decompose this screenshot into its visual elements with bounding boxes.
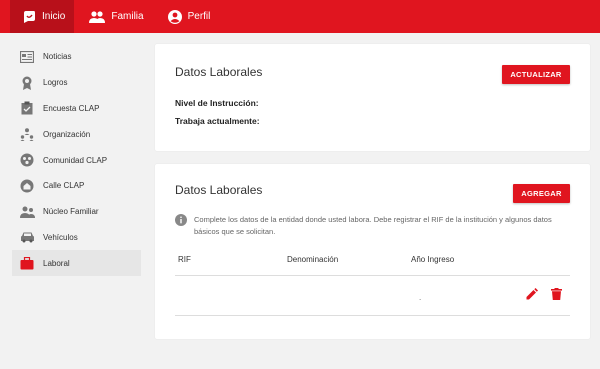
- sidebar-item-encuesta[interactable]: Encuesta CLAP: [12, 96, 141, 122]
- datos-laborales-summary-card: Datos Laborales ACTUALIZAR Nivel de Inst…: [155, 44, 590, 151]
- sidebar-item-label: Encuesta CLAP: [43, 103, 100, 113]
- clipboard-icon: [19, 100, 35, 116]
- nav-inicio-label: Inicio: [42, 11, 66, 22]
- datos-laborales-table-card: Datos Laborales AGREGAR Complete los dat…: [155, 164, 590, 339]
- top-navbar: Inicio Familia Perfil: [0, 0, 600, 33]
- people-icon: [89, 10, 106, 23]
- nav-perfil-label: Perfil: [187, 11, 211, 22]
- sidebar-item-label: Calle CLAP: [43, 181, 85, 191]
- card-title: Datos Laborales: [175, 65, 263, 79]
- delete-icon[interactable]: [548, 286, 564, 302]
- column-header-denominacion: Denominación: [287, 255, 339, 264]
- map-icon: [19, 178, 35, 194]
- sidebar-item-label: Núcleo Familiar: [43, 207, 99, 217]
- account-circle-icon: [167, 9, 182, 24]
- info-message: Complete los datos de la entidad donde u…: [175, 214, 575, 238]
- sidebar-item-logros[interactable]: Logros: [12, 70, 141, 96]
- sidebar-item-calle[interactable]: Calle CLAP: [12, 173, 141, 199]
- sidebar-item-label: Organización: [43, 129, 91, 139]
- community-icon: [19, 152, 35, 168]
- hierarchy-icon: [19, 126, 35, 142]
- column-header-rif: RIF: [178, 255, 191, 264]
- news-icon: [19, 49, 35, 65]
- sidebar-item-label: Laboral: [43, 258, 70, 268]
- anio-ingreso-cell: .: [419, 293, 422, 302]
- sidebar-item-label: Vehículos: [43, 232, 78, 242]
- sidebar-item-noticias[interactable]: Noticias: [12, 44, 141, 70]
- trabaja-actualmente-label: Trabaja actualmente:: [175, 116, 260, 126]
- column-header-anio-ingreso: Año Ingreso: [411, 255, 455, 264]
- award-icon: [19, 75, 35, 91]
- info-text: Complete los datos de la entidad donde u…: [194, 215, 552, 236]
- sidebar: Noticias Logros Encuesta CLAP Organizaci…: [12, 44, 141, 277]
- sidebar-item-label: Noticias: [43, 52, 72, 62]
- info-icon: [175, 214, 187, 226]
- edit-icon[interactable]: [524, 286, 540, 302]
- sidebar-item-label: Logros: [43, 78, 68, 88]
- briefcase-icon: [19, 255, 35, 271]
- nav-familia-label: Familia: [111, 11, 144, 22]
- family-icon: [19, 204, 35, 220]
- sidebar-item-laboral[interactable]: Laboral: [12, 250, 141, 277]
- nav-perfil[interactable]: Perfil: [159, 0, 220, 33]
- card-title: Datos Laborales: [175, 183, 263, 197]
- nav-inicio[interactable]: Inicio: [10, 0, 75, 33]
- sidebar-item-organizacion[interactable]: Organización: [12, 121, 141, 147]
- actualizar-button[interactable]: ACTUALIZAR: [502, 65, 570, 84]
- car-icon: [19, 229, 35, 245]
- sidebar-item-vehiculos[interactable]: Vehículos: [12, 225, 141, 251]
- agregar-button[interactable]: AGREGAR: [513, 184, 570, 203]
- nivel-instruccion-label: Nivel de Instrucción:: [175, 98, 259, 108]
- table-header: RIF Denominación Año Ingreso: [175, 254, 570, 276]
- table-row: .: [175, 276, 570, 316]
- sidebar-item-comunidad[interactable]: Comunidad CLAP: [12, 147, 141, 173]
- nav-familia[interactable]: Familia: [80, 0, 152, 33]
- app-logo-icon: [24, 10, 35, 23]
- sidebar-item-nucleo[interactable]: Núcleo Familiar: [12, 199, 141, 225]
- sidebar-item-label: Comunidad CLAP: [43, 155, 108, 165]
